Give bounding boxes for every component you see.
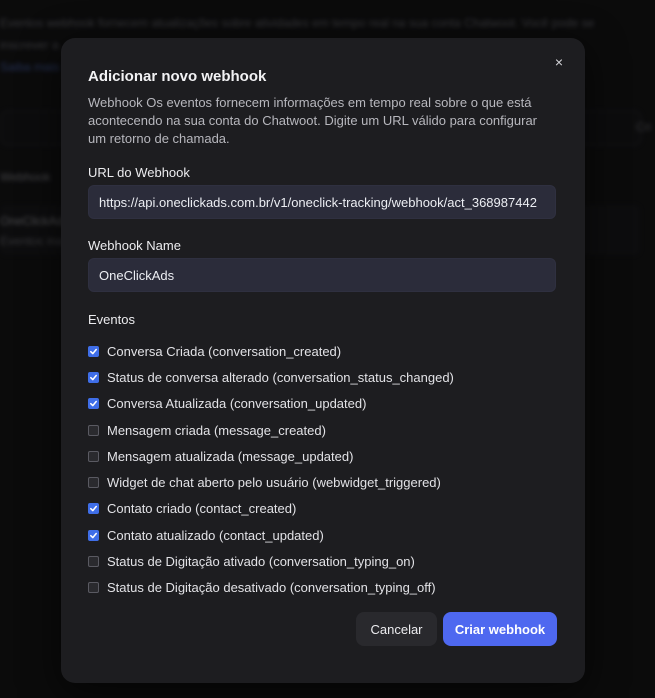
event-label: Status de conversa alterado (conversatio…: [107, 369, 454, 385]
event-label: Contato criado (contact_created): [107, 501, 297, 517]
checkbox[interactable]: [88, 371, 99, 383]
checkmark-icon: [90, 348, 97, 354]
modal-title: Adicionar novo webhook: [88, 68, 267, 85]
event-label: Status de Digitação ativado (conversatio…: [107, 554, 415, 570]
event-label: Contato atualizado (contact_updated): [107, 527, 324, 543]
cancel-button[interactable]: Cancelar: [356, 612, 437, 646]
event-conversation-created[interactable]: Conversa Criada (conversation_created): [88, 338, 558, 364]
webhook-url-label: URL do Webhook: [88, 165, 190, 180]
add-webhook-modal: × Adicionar novo webhook Webhook Os even…: [61, 38, 585, 683]
checkbox[interactable]: [88, 424, 99, 436]
event-conversation-status-changed[interactable]: Status de conversa alterado (conversatio…: [88, 364, 558, 390]
checkmark-icon: [90, 374, 97, 381]
event-message-updated[interactable]: Mensagem atualizada (message_updated): [88, 443, 558, 469]
event-typing-off[interactable]: Status de Digitação desativado (conversa…: [88, 575, 558, 601]
checkbox[interactable]: [88, 345, 99, 357]
event-message-created[interactable]: Mensagem criada (message_created): [88, 417, 558, 443]
event-webwidget-triggered[interactable]: Widget de chat aberto pelo usuário (webw…: [88, 469, 558, 495]
event-contact-created[interactable]: Contato criado (contact_created): [88, 496, 558, 522]
event-label: Mensagem atualizada (message_updated): [107, 448, 354, 464]
checkbox[interactable]: [88, 529, 99, 541]
event-label: Conversa Criada (conversation_created): [107, 343, 342, 359]
event-label: Mensagem criada (message_created): [107, 422, 326, 438]
checkmark-icon: [90, 400, 97, 407]
checkbox[interactable]: [88, 556, 99, 568]
event-label: Conversa Atualizada (conversation_update…: [107, 396, 367, 412]
events-list: Conversa Criada (conversation_created) S…: [88, 338, 558, 601]
events-label: Eventos: [88, 312, 135, 327]
create-webhook-button[interactable]: Criar webhook: [443, 612, 557, 646]
checkmark-icon: [90, 532, 97, 539]
checkbox[interactable]: [88, 503, 99, 515]
event-label: Status de Digitação desativado (conversa…: [107, 580, 436, 596]
webhook-name-input[interactable]: [88, 258, 556, 292]
modal-description: Webhook Os eventos fornecem informações …: [88, 95, 538, 146]
event-contact-updated[interactable]: Contato atualizado (contact_updated): [88, 522, 558, 548]
event-conversation-updated[interactable]: Conversa Atualizada (conversation_update…: [88, 391, 558, 417]
event-typing-on[interactable]: Status de Digitação ativado (conversatio…: [88, 548, 558, 574]
webhook-name-label: Webhook Name: [88, 238, 181, 253]
checkmark-icon: [90, 506, 97, 512]
checkbox[interactable]: [88, 477, 99, 489]
webhook-url-input[interactable]: [88, 185, 556, 219]
event-label: Widget de chat aberto pelo usuário (webw…: [107, 475, 441, 491]
checkbox[interactable]: [88, 450, 99, 462]
close-icon[interactable]: ×: [551, 54, 567, 70]
checkbox[interactable]: [88, 582, 99, 594]
checkbox[interactable]: [88, 398, 99, 410]
